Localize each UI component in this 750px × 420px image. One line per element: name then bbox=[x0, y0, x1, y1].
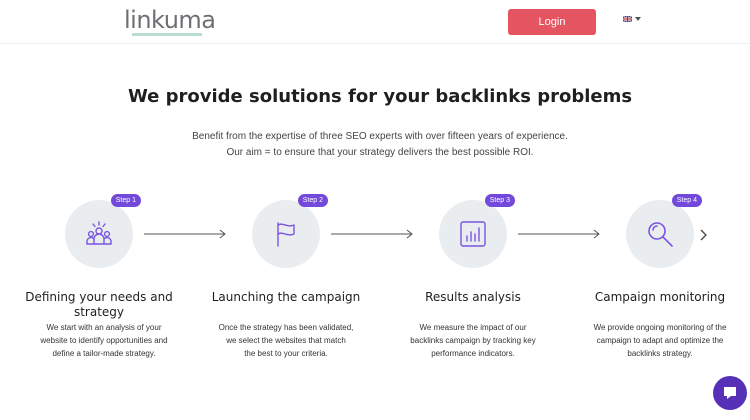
step-badge: Step 4 bbox=[671, 194, 702, 207]
carousel-next-icon[interactable] bbox=[699, 228, 709, 242]
arrow-right-icon bbox=[331, 229, 413, 239]
step-4-description: We provide ongoing monitoring of the cam… bbox=[593, 323, 727, 358]
language-selector[interactable] bbox=[623, 16, 641, 22]
team-icon bbox=[86, 221, 112, 245]
step-1-description: We start with an analysis of your websit… bbox=[40, 323, 168, 358]
step-badge: Step 3 bbox=[484, 194, 515, 207]
bar-chart-icon bbox=[460, 221, 486, 247]
chat-bubble-icon bbox=[724, 387, 736, 399]
step-3-description: We measure the impact of our backlinks c… bbox=[410, 323, 536, 358]
subtitle-line-1: Benefit from the expertise of three SEO … bbox=[192, 131, 568, 142]
site-header: linkuma Login bbox=[0, 0, 750, 44]
step-badge: Step 1 bbox=[110, 194, 141, 207]
step-1-circle: Step 1 bbox=[65, 194, 141, 268]
page-title: We provide solutions for your backlinks … bbox=[127, 86, 633, 107]
logo-underline bbox=[132, 33, 202, 36]
step-4-title: Campaign monitoring bbox=[594, 290, 726, 304]
step-1-title: Defining your needs and strategy bbox=[25, 290, 173, 319]
page-subtitle: Benefit from the expertise of three SEO … bbox=[0, 129, 750, 161]
chat-widget-button[interactable] bbox=[713, 376, 747, 410]
step-2-description: Once the strategy has been validated, we… bbox=[218, 323, 354, 358]
logo[interactable]: linkuma bbox=[124, 6, 216, 34]
step-2-title: Launching the campaign bbox=[211, 290, 361, 304]
uk-flag-icon bbox=[623, 16, 632, 22]
magnifier-icon bbox=[648, 222, 673, 247]
step-3-title: Results analysis bbox=[425, 290, 521, 304]
step-3-circle: Step 3 bbox=[439, 194, 515, 268]
chevron-down-icon bbox=[635, 17, 641, 21]
arrow-right-icon bbox=[518, 229, 600, 239]
step-badge: Step 2 bbox=[297, 194, 328, 207]
subtitle-line-2: Our aim = to ensure that your strategy d… bbox=[226, 147, 534, 158]
step-2-circle: Step 2 bbox=[252, 194, 328, 268]
flag-icon bbox=[277, 222, 295, 247]
arrow-right-icon bbox=[144, 229, 226, 239]
step-4-circle: Step 4 bbox=[626, 194, 702, 268]
login-button[interactable]: Login bbox=[508, 9, 596, 35]
